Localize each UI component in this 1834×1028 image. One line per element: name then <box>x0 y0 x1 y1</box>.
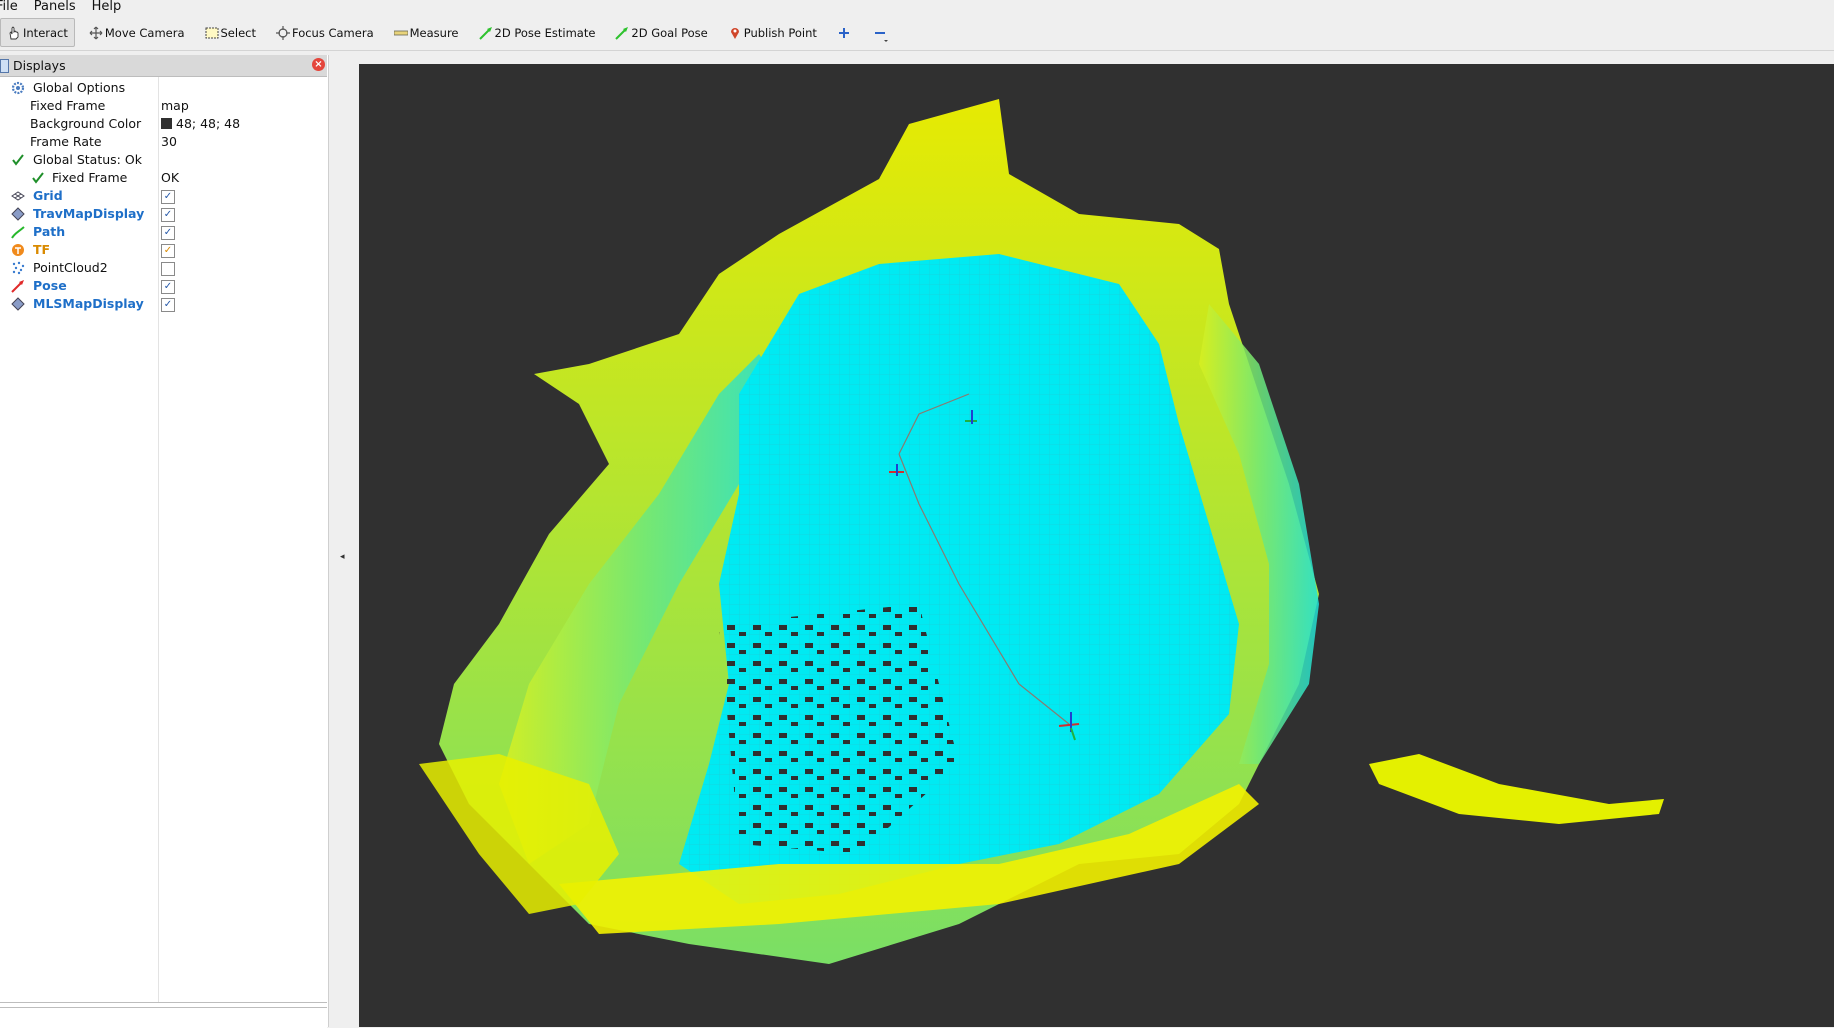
pose-label: Pose <box>33 278 67 293</box>
pose-icon <box>11 279 25 293</box>
tf-icon <box>11 243 25 257</box>
travmap-checkbox[interactable]: ✓ <box>161 208 175 222</box>
frame-rate-label: Frame Rate <box>30 134 102 149</box>
pose-checkbox[interactable]: ✓ <box>161 280 175 294</box>
tree-row-path[interactable]: Path ✓ <box>0 223 327 241</box>
right-strip <box>1369 754 1664 824</box>
gear-icon <box>11 81 25 95</box>
publish-point-label: Publish Point <box>743 25 817 40</box>
move-camera-label: Move Camera <box>104 25 185 40</box>
tree-row-status-fixed-frame[interactable]: Fixed Frame OK <box>0 169 327 187</box>
fixed-frame-value[interactable]: map <box>161 97 189 115</box>
tree-row-background-color[interactable]: Background Color 48; 48; 48 <box>0 115 327 133</box>
interact-tool-button[interactable]: Interact <box>0 18 75 47</box>
frame-rate-value[interactable]: 30 <box>161 133 177 151</box>
select-label: Select <box>220 25 256 40</box>
move-camera-tool-button[interactable]: Move Camera <box>83 19 191 47</box>
mlsmap-checkbox[interactable]: ✓ <box>161 298 175 312</box>
tree-row-fixed-frame[interactable]: Fixed Frame map <box>0 97 327 115</box>
tree-row-mlsmap[interactable]: MLSMapDisplay ✓ <box>0 295 327 313</box>
panel-collapse-splitter[interactable]: ◂ <box>328 55 359 1027</box>
check-icon <box>11 153 25 167</box>
focus-camera-icon <box>275 25 290 40</box>
diamond-icon <box>11 297 25 311</box>
background-color-label: Background Color <box>30 116 142 131</box>
tree-row-grid[interactable]: Grid ✓ <box>0 187 327 205</box>
toolbar: Interact Move Camera Select Focus Camera… <box>0 15 1834 51</box>
tree-row-pointcloud2[interactable]: PointCloud2 <box>0 259 327 277</box>
menu-bar: File Panels Help <box>0 0 1834 14</box>
status-fixed-frame-label: Fixed Frame <box>52 170 128 185</box>
plus-icon <box>837 26 851 40</box>
path-icon <box>11 225 25 239</box>
grid-checkbox[interactable]: ✓ <box>161 190 175 204</box>
interact-label: Interact <box>23 25 68 40</box>
diamond-icon <box>11 207 25 221</box>
focus-camera-tool-button[interactable]: Focus Camera <box>270 19 380 47</box>
tree-row-global-options[interactable]: Global Options <box>0 79 327 97</box>
mlsmap-label: MLSMapDisplay <box>33 296 144 311</box>
menu-file[interactable]: File <box>0 0 24 14</box>
grid-icon <box>11 189 25 203</box>
grid-label: Grid <box>33 188 63 203</box>
pointcloud2-label: PointCloud2 <box>33 260 108 275</box>
check-icon <box>31 171 45 185</box>
menu-panels[interactable]: Panels <box>34 0 82 14</box>
add-tool-button[interactable] <box>831 19 859 47</box>
path-label: Path <box>33 224 66 239</box>
tf-label: TF <box>33 242 51 257</box>
tree-row-global-status[interactable]: Global Status: Ok <box>0 151 327 169</box>
tf-checkbox[interactable]: ✓ <box>161 244 175 258</box>
measure-label: Measure <box>409 25 459 40</box>
map-render <box>419 99 1664 964</box>
color-swatch <box>161 118 172 129</box>
tree-row-travmap[interactable]: TravMapDisplay ✓ <box>0 205 327 223</box>
menu-help[interactable]: Help <box>92 0 128 14</box>
select-tool-button[interactable]: Select <box>199 19 262 47</box>
pose-arrow-icon <box>478 26 493 40</box>
map-pin-icon <box>728 26 742 40</box>
minus-icon <box>873 26 888 42</box>
close-icon[interactable]: × <box>312 58 325 71</box>
background-color-value: 48; 48; 48 <box>176 116 241 131</box>
tree-row-tf[interactable]: TF ✓ <box>0 241 327 259</box>
pose-estimate-label: 2D Pose Estimate <box>494 25 596 40</box>
displays-panel-title: Displays <box>13 58 66 73</box>
tree-row-frame-rate[interactable]: Frame Rate 30 <box>0 133 327 151</box>
hand-icon <box>7 25 21 40</box>
path-checkbox[interactable]: ✓ <box>161 226 175 240</box>
goal-pose-tool-button[interactable]: 2D Goal Pose <box>609 19 713 47</box>
3d-viewport[interactable] <box>359 64 1834 1027</box>
pointcloud-icon <box>11 261 25 275</box>
panel-splitter[interactable] <box>0 1002 327 1003</box>
measure-tool-button[interactable]: Measure <box>388 19 465 47</box>
status-fixed-frame-value: OK <box>161 170 180 185</box>
collapse-arrow-icon[interactable]: ◂ <box>340 552 345 562</box>
pose-estimate-tool-button[interactable]: 2D Pose Estimate <box>473 19 602 47</box>
global-status-label: Global Status: Ok <box>33 152 142 167</box>
goal-pose-label: 2D Goal Pose <box>631 25 708 40</box>
panel-icon <box>0 59 9 73</box>
focus-camera-label: Focus Camera <box>291 25 374 40</box>
global-options-label: Global Options <box>33 80 126 95</box>
displays-panel: Displays × Global Options Fixed Frame ma… <box>0 55 328 1028</box>
ruler-icon <box>393 26 409 40</box>
publish-point-tool-button[interactable]: Publish Point <box>722 19 823 47</box>
select-icon <box>205 26 219 40</box>
pointcloud2-checkbox[interactable] <box>161 262 175 276</box>
property-description-box <box>0 1007 327 1028</box>
travmap-label: TravMapDisplay <box>33 206 145 221</box>
fixed-frame-label: Fixed Frame <box>30 98 106 113</box>
displays-panel-header: Displays × <box>0 55 327 77</box>
remove-tool-button[interactable] <box>867 19 895 47</box>
tree-row-pose[interactable]: Pose ✓ <box>0 277 327 295</box>
goal-arrow-icon <box>615 26 629 40</box>
displays-tree: Global Options Fixed Frame map Backgroun… <box>0 79 327 313</box>
move-camera-icon <box>89 26 103 40</box>
background-color-field[interactable]: 48; 48; 48 <box>161 115 240 133</box>
